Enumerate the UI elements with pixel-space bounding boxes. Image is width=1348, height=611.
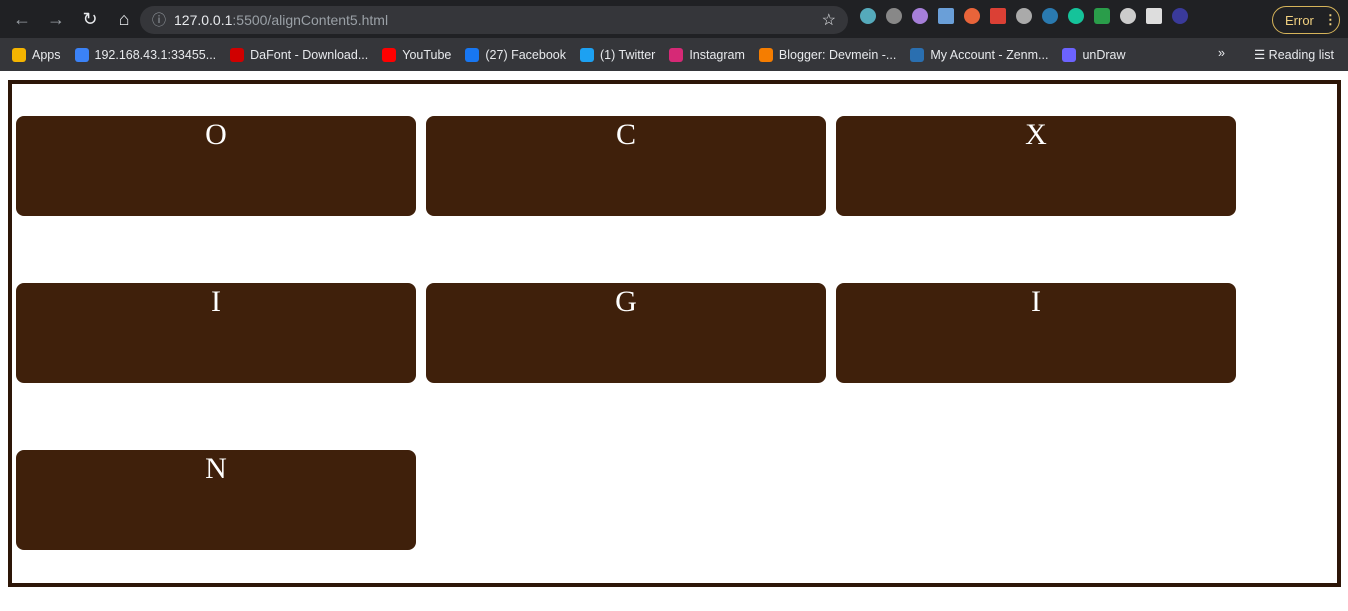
bookmark-label: YouTube [402,47,452,62]
avatar[interactable] [1172,8,1188,24]
bookmark-item[interactable]: DaFont - Download... [230,47,369,62]
bookmark-item[interactable]: Blogger: Devmein -... [758,47,897,62]
flex-container: OCXIGIN [8,80,1341,587]
info-icon: ⓘ [152,12,166,28]
bookmark-icon [74,47,89,62]
flex-item: X [836,116,1236,216]
menu-icon: ⋮ [1323,12,1337,27]
bookmark-item[interactable]: Apps [12,47,61,62]
bookmark-icon [579,47,594,62]
extension-icon[interactable] [1094,8,1110,24]
bookmark-label: Instagram [689,47,745,62]
error-label: Error [1285,12,1314,28]
extension-icon[interactable] [964,8,980,24]
extension-icon[interactable] [1016,8,1032,24]
bookmark-label: (1) Twitter [599,47,656,62]
puzzle-icon[interactable] [1146,8,1162,24]
extension-icon[interactable] [990,8,1006,24]
address-bar[interactable]: ⓘ 127.0.0.1:5500/alignContent5.html ☆ [140,6,848,34]
bookmark-label: My Account - Zenm... [930,47,1049,62]
reading-list-button[interactable]: ☰ Reading list [1254,47,1334,62]
star-icon[interactable]: ☆ [822,10,836,30]
extension-icon[interactable] [938,8,954,24]
extensions [860,8,1188,24]
bookmark-item[interactable]: unDraw [1062,47,1126,62]
reading-list-icon: ☰ [1253,48,1269,62]
extension-icon[interactable] [1042,8,1058,24]
extension-icon[interactable] [912,8,928,24]
bookmark-icon [230,47,245,62]
url-host: 127.0.0.1 [174,12,233,28]
extension-icon[interactable] [886,8,902,24]
bookmark-item[interactable]: Instagram [669,47,745,62]
bookmark-item[interactable]: 192.168.43.1:33455... [74,47,217,62]
extension-icon[interactable] [1120,8,1136,24]
extension-icon[interactable] [1068,8,1084,24]
bookmark-icon [465,47,480,62]
bookmark-label: Apps [32,47,61,62]
bookmark-label: Blogger: Devmein -... [778,47,897,62]
flex-item: I [836,283,1236,383]
back-icon[interactable]: ← [8,9,36,30]
bookmark-icon [1062,47,1077,62]
bookmark-icon [758,47,773,62]
profile-error-button[interactable]: Error ⋮ [1272,6,1340,34]
bookmark-label: unDraw [1082,47,1126,62]
home-icon[interactable]: ⌂ [110,9,138,30]
bookmark-item[interactable]: (27) Facebook [465,47,566,62]
reload-icon[interactable]: ↻ [76,9,104,30]
forward-icon[interactable]: → [42,9,70,30]
bookmark-item[interactable]: My Account - Zenm... [910,47,1049,62]
flex-item: G [426,283,826,383]
bookmark-label: 192.168.43.1:33455... [94,47,217,62]
bookmark-item[interactable]: YouTube [382,47,452,62]
bookmark-icon [669,47,684,62]
bookmark-icon [12,47,26,62]
bookmark-label: (27) Facebook [485,47,566,62]
reading-list-label: Reading list [1268,48,1334,62]
bookmark-label: DaFont - Download... [250,47,369,62]
bookmarks-bar: Apps 192.168.43.1:33455... DaFont - Downlo… [0,38,1348,71]
more-bookmarks-icon[interactable]: » [1218,46,1225,60]
url-path: :5500/alignContent5.html [232,12,389,28]
flex-item: C [426,116,826,216]
bookmark-icon [910,47,925,62]
flex-item: N [16,450,416,550]
bookmark-icon [382,47,397,62]
extension-icon[interactable] [860,8,876,24]
flex-item: I [16,283,416,383]
bookmark-item[interactable]: (1) Twitter [579,47,656,62]
flex-item: O [16,116,416,216]
